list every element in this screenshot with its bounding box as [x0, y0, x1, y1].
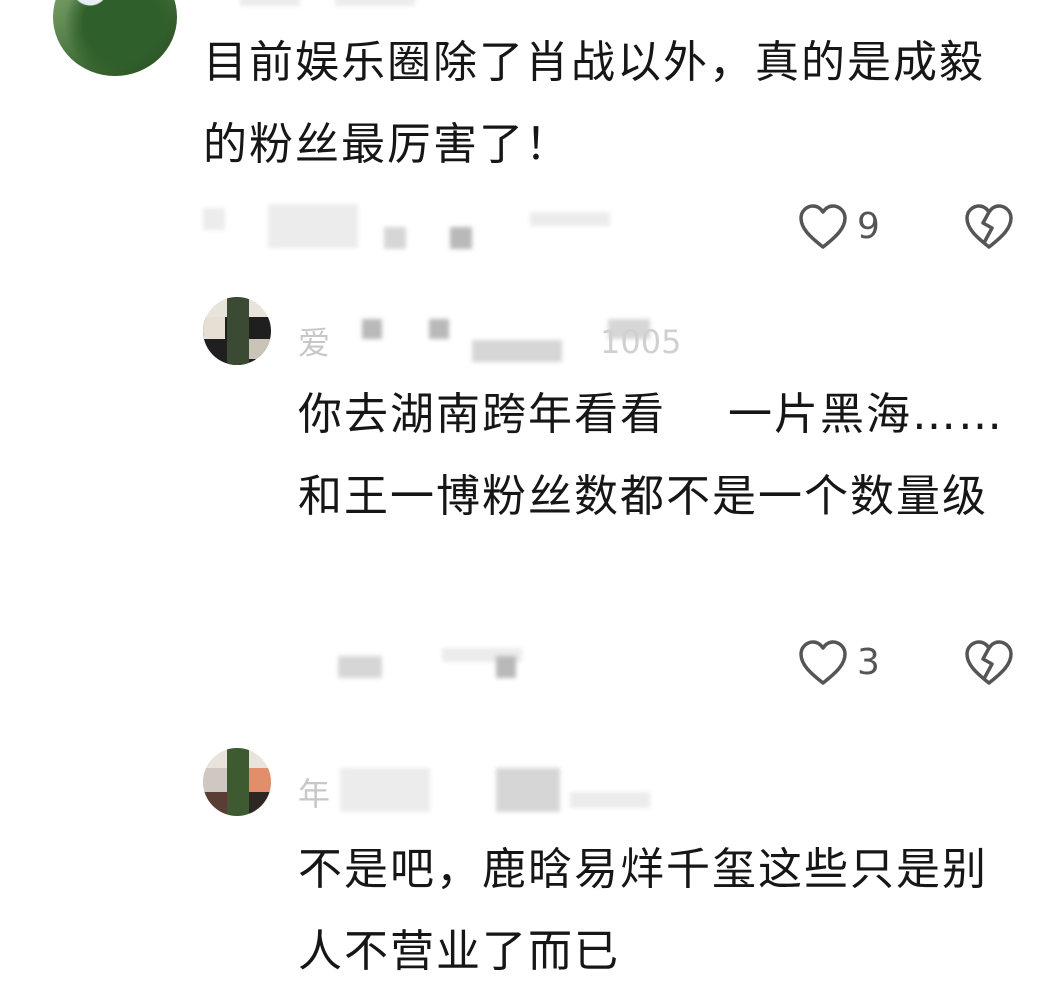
- like-count: 9: [857, 206, 880, 247]
- blurred-meta: [203, 208, 225, 230]
- blurred-username: [340, 768, 430, 812]
- dislike-button[interactable]: [963, 203, 1015, 251]
- comment-text: 目前娱乐圈除了肖战以外，真的是成毅的粉丝最厉害了！: [203, 37, 985, 170]
- blurred-meta: [496, 656, 516, 678]
- reply-avatar[interactable]: [203, 297, 271, 365]
- dislike-button[interactable]: [963, 639, 1015, 687]
- blurred-username: [240, 0, 300, 6]
- reply-username[interactable]: 爱: [298, 327, 330, 359]
- blurred-meta: [450, 227, 472, 249]
- blurred-meta: [384, 227, 406, 249]
- username-suffix: 1005: [600, 323, 682, 361]
- commenter-avatar[interactable]: [53, 0, 177, 76]
- blurred-username: [362, 319, 382, 339]
- heart-outline-icon: [799, 204, 847, 249]
- blurred-username: [570, 792, 650, 808]
- reply-text: 不是吧，鹿晗易烊千玺这些只是别人不营业了而已: [298, 844, 988, 977]
- blurred-username: [472, 340, 562, 362]
- blurred-username: [429, 319, 449, 339]
- blurred-username: [496, 768, 560, 812]
- broken-heart-icon: [965, 640, 1013, 685]
- blurred-meta: [268, 204, 358, 248]
- reply-username[interactable]: 年: [298, 778, 330, 810]
- heart-outline-icon: [799, 640, 847, 685]
- reply-avatar[interactable]: [203, 748, 271, 816]
- blurred-meta: [338, 656, 382, 678]
- blurred-time: [530, 212, 610, 226]
- like-button[interactable]: 9: [797, 203, 880, 251]
- reply-text: 你去湖南跨年看看 一片黑海……和王一博粉丝数都不是一个数量级: [298, 389, 1004, 522]
- blurred-username: [335, 0, 415, 6]
- broken-heart-icon: [965, 204, 1013, 249]
- like-button[interactable]: 3: [797, 639, 880, 687]
- like-count: 3: [857, 642, 880, 683]
